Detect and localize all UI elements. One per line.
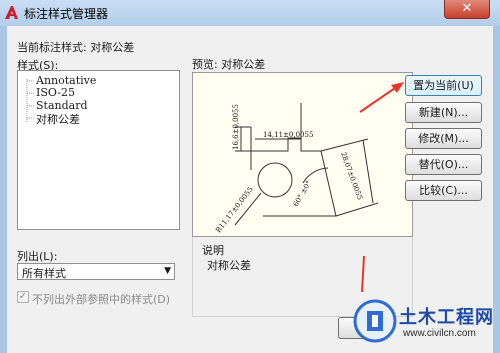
modify-button[interactable]: 修改(M)... bbox=[405, 128, 482, 149]
new-button[interactable]: 新建(N)... bbox=[405, 102, 482, 123]
list-filter-value: 所有样式 bbox=[22, 267, 66, 280]
dim-label: 60° ±0° bbox=[292, 179, 313, 208]
window-title: 标注样式管理器 bbox=[24, 7, 109, 21]
description-text: 对称公差 bbox=[207, 259, 251, 272]
description-label: 说明 bbox=[202, 244, 224, 257]
dim-label: 14,11±0,0055 bbox=[263, 131, 313, 139]
compare-button[interactable]: 比较(C)... bbox=[405, 180, 482, 201]
tree-lines bbox=[26, 79, 34, 123]
styles-list[interactable]: Annotative ISO-25 Standard 对称公差 bbox=[17, 70, 180, 230]
watermark-logo-icon bbox=[353, 299, 397, 343]
chevron-down-icon: ▼ bbox=[164, 266, 171, 276]
dim-label: R11,17±0,0055 bbox=[214, 185, 255, 234]
watermark-url: www.civilcn.com bbox=[403, 328, 476, 339]
list-item[interactable]: ISO-25 bbox=[36, 86, 75, 99]
annotation-arrow-icon bbox=[359, 82, 404, 113]
list-filter-select[interactable]: 所有样式 ▼ bbox=[17, 263, 175, 280]
dim-label: 28,07±0,0055 bbox=[339, 151, 364, 201]
annotation-arrow-icon bbox=[361, 255, 365, 293]
autocad-app-icon bbox=[5, 6, 18, 19]
checkmark-icon: ✓ bbox=[18, 291, 28, 302]
preview-label: 预览: 对称公差 bbox=[192, 58, 266, 71]
close-button[interactable]: ✕ bbox=[444, 0, 490, 19]
override-button[interactable]: 替代(O)... bbox=[405, 154, 482, 175]
exclude-xref-label: 不列出外部参照中的样式(D) bbox=[32, 293, 171, 306]
exclude-xref-checkbox[interactable]: ✓ bbox=[17, 291, 29, 303]
list-item[interactable]: 对称公差 bbox=[36, 111, 80, 127]
dim-label: 16,6±0,0055 bbox=[232, 104, 240, 150]
watermark: 土木工程网 www.civilcn.com bbox=[353, 295, 500, 353]
list-filter-label: 列出(L): bbox=[17, 250, 58, 263]
set-current-button[interactable]: 置为当前(U) bbox=[405, 75, 482, 96]
title-bar: 标注样式管理器 ✕ bbox=[0, 0, 500, 26]
close-icon: ✕ bbox=[461, 1, 473, 16]
watermark-name: 土木工程网 bbox=[399, 307, 494, 328]
current-style-label: 当前标注样式: 对称公差 bbox=[17, 41, 135, 54]
